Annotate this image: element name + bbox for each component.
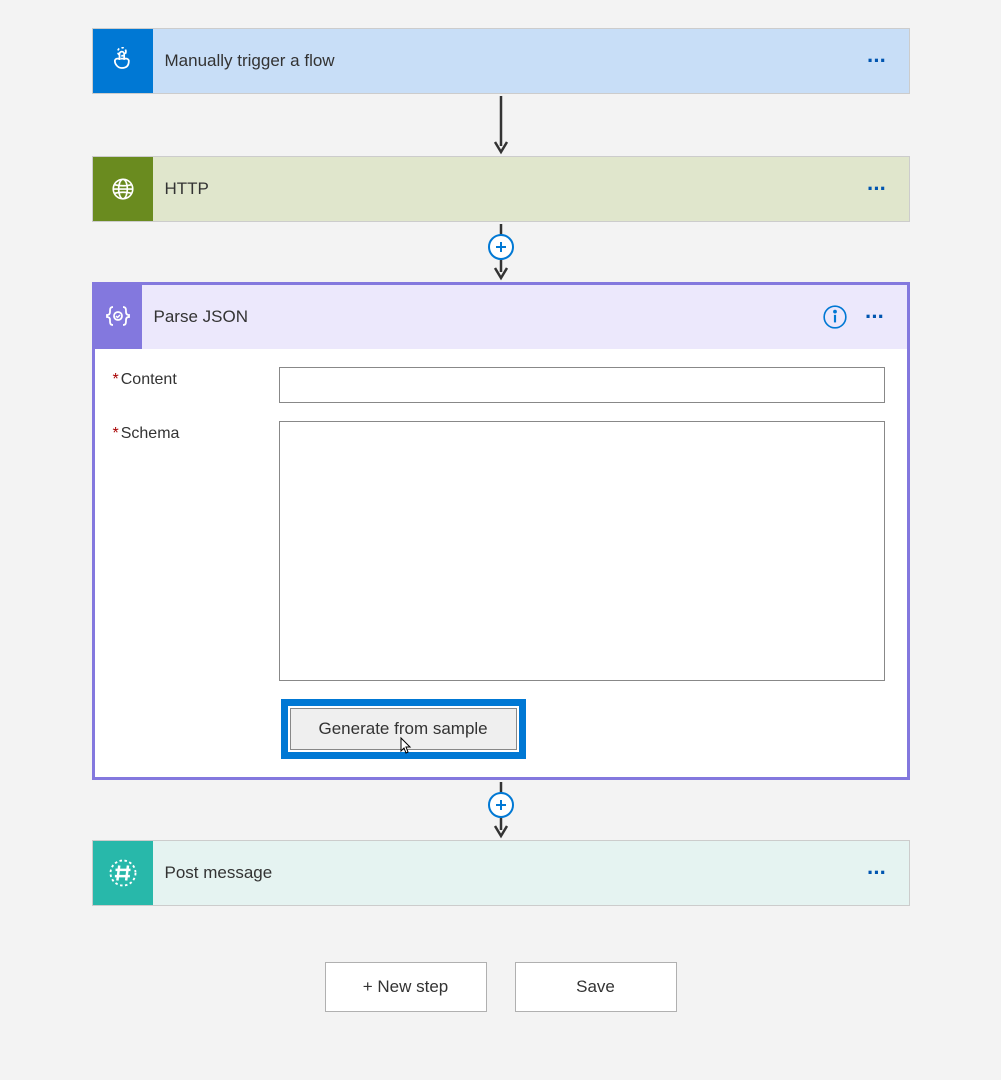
parse-json-title: Parse JSON xyxy=(142,307,819,327)
arrow-connector xyxy=(92,780,910,840)
content-field-row: *Content xyxy=(113,367,885,403)
http-step-card[interactable]: HTTP ··· xyxy=(92,156,910,222)
post-message-menu-button[interactable]: ··· xyxy=(857,860,897,886)
ellipsis-icon: ··· xyxy=(867,860,886,886)
ellipsis-icon: ··· xyxy=(867,48,886,74)
arrow-connector xyxy=(92,222,910,282)
save-button[interactable]: Save xyxy=(515,962,677,1012)
parse-json-header[interactable]: Parse JSON ··· xyxy=(95,285,907,349)
http-menu-button[interactable]: ··· xyxy=(857,176,897,202)
globe-icon xyxy=(93,157,153,221)
schema-field-row: *Schema xyxy=(113,421,885,681)
parse-json-menu-button[interactable]: ··· xyxy=(855,304,895,330)
schema-input[interactable] xyxy=(279,421,885,681)
info-button[interactable] xyxy=(819,304,851,330)
trigger-step-card[interactable]: Manually trigger a flow ··· xyxy=(92,28,910,94)
button-press-icon xyxy=(93,29,153,93)
post-message-title: Post message xyxy=(153,863,857,883)
generate-from-sample-button[interactable]: Generate from sample xyxy=(290,708,517,750)
arrow-connector xyxy=(92,94,910,156)
add-step-button[interactable] xyxy=(488,792,514,818)
highlight-box: Generate from sample xyxy=(281,699,526,759)
trigger-title: Manually trigger a flow xyxy=(153,51,857,71)
bottom-action-bar: + New step Save xyxy=(92,962,910,1012)
json-braces-icon xyxy=(95,285,142,349)
http-title: HTTP xyxy=(153,179,857,199)
content-input[interactable] xyxy=(279,367,885,403)
hash-icon xyxy=(93,841,153,905)
add-step-button[interactable] xyxy=(488,234,514,260)
ellipsis-icon: ··· xyxy=(867,176,886,202)
content-label: *Content xyxy=(113,367,279,389)
schema-label: *Schema xyxy=(113,421,279,443)
parse-json-step-card: Parse JSON ··· *Content *S xyxy=(92,282,910,780)
new-step-button[interactable]: + New step xyxy=(325,962,487,1012)
post-message-step-card[interactable]: Post message ··· xyxy=(92,840,910,906)
trigger-menu-button[interactable]: ··· xyxy=(857,48,897,74)
ellipsis-icon: ··· xyxy=(865,304,884,330)
